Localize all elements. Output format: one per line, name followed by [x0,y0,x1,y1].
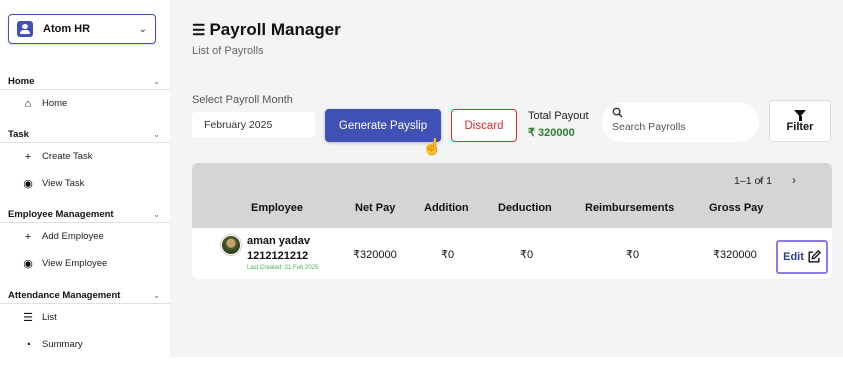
section-title: Attendance Management [8,290,121,301]
table-header: 1–1 of 1 ‹ › Employee Net Pay Addition D… [192,163,832,228]
sidebar-section-employee: Employee Management ⌄ + Add Employee ◉ V… [0,207,170,277]
plus-icon: + [24,150,32,163]
filter-icon [794,109,806,121]
sidebar-section-attendance: Attendance Management ⌄ ☰ List ◔ Summary [0,288,170,358]
column-header-gross-pay: Gross Pay [709,202,764,214]
plus-icon: + [24,230,32,243]
eye-icon: ◉ [23,258,33,270]
filter-button[interactable]: Filter [769,100,831,142]
app-root: Atom HR ⌄ Home ⌄ ⌂ Home Task ⌄ + Create … [0,0,843,382]
filter-label: Filter [786,120,814,133]
list-icon: ☰ [23,312,33,324]
sidebar-item-label: Summary [42,339,83,350]
home-icon: ⌂ [24,97,32,110]
column-header-reimbursements: Reimbursements [585,202,675,214]
section-header-task[interactable]: Task ⌄ [0,127,170,143]
sidebar-item-list[interactable]: ☰ List [0,304,170,331]
total-payout-value: ₹ 320000 [528,127,575,139]
search-box[interactable] [602,102,759,142]
table-row: aman yadav 1212121212 Last Created: 21 F… [192,228,832,279]
column-header-employee: Employee [251,202,303,214]
page-header: ☰ Payroll Manager [192,20,341,40]
last-created-date: Last Created: 21 Feb 2025 [247,265,319,271]
employee-id: 1212121212 [247,250,309,262]
edit-icon [808,250,821,263]
pagination-text: 1–1 of 1 [734,175,772,187]
hand-pointer-cursor-icon: ☝ [422,139,442,156]
sidebar-item-label: Add Employee [42,231,104,242]
chevron-down-icon: ⌄ [153,291,160,300]
section-title: Task [8,129,29,140]
cell-gross-pay: ₹320000 [713,249,757,261]
sidebar-item-label: View Employee [42,258,108,269]
chevron-down-icon: ⌄ [153,77,160,86]
sidebar-item-create-task[interactable]: + Create Task [0,143,170,170]
sidebar-section-task: Task ⌄ + Create Task ◉ View Task [0,127,170,197]
chevron-down-icon: ⌄ [153,210,160,219]
chevron-right-icon[interactable]: › [792,173,796,187]
sidebar-item-label: View Task [42,178,85,189]
column-header-net-pay: Net Pay [355,202,396,214]
user-account-icon [17,21,33,37]
section-header-home[interactable]: Home ⌄ [0,74,170,90]
sidebar-item-view-task[interactable]: ◉ View Task [0,170,170,197]
payroll-month-picker[interactable]: February 2025 [192,112,315,138]
chevron-left-icon[interactable]: ‹ [759,173,763,187]
column-header-addition: Addition [424,202,469,214]
search-input[interactable] [612,121,752,133]
eye-icon: ◉ [23,178,33,190]
sidebar-item-home[interactable]: ⌂ Home [0,90,170,117]
cell-addition: ₹0 [441,249,455,261]
search-icon [612,107,623,118]
chevron-down-icon: ⌄ [138,23,147,35]
employee-name: aman yadav [247,235,310,247]
org-name: Atom HR [43,23,91,35]
main-content: ☰ Payroll Manager List of Payrolls Selec… [170,0,843,357]
sidebar-item-view-employee[interactable]: ◉ View Employee [0,250,170,277]
chevron-down-icon: ⌄ [153,130,160,139]
discard-button[interactable]: Discard [451,109,517,142]
section-title: Home [8,76,35,87]
month-label: Select Payroll Month [192,94,293,106]
section-header-attendance-management[interactable]: Attendance Management ⌄ [0,288,170,304]
sidebar-section-home: Home ⌄ ⌂ Home [0,74,170,117]
edit-label: Edit [783,251,804,263]
cell-reimbursements: ₹0 [626,249,640,261]
avatar [221,235,241,255]
total-payout-label: Total Payout [528,110,589,122]
payroll-table: 1–1 of 1 ‹ › Employee Net Pay Addition D… [192,163,832,279]
cell-deduction: ₹0 [520,249,534,261]
section-header-employee-management[interactable]: Employee Management ⌄ [0,207,170,223]
cell-net-pay: ₹320000 [353,249,397,261]
org-selector[interactable]: Atom HR ⌄ [8,14,156,44]
page-subtitle: List of Payrolls [192,45,264,57]
edit-button[interactable]: Edit [776,240,828,274]
column-header-deduction: Deduction [498,202,552,214]
page-title: Payroll Manager [209,20,341,39]
sidebar-item-label: List [42,312,57,323]
section-title: Employee Management [8,209,114,220]
checklist-icon: ☰ [192,22,206,39]
sidebar-item-add-employee[interactable]: + Add Employee [0,223,170,250]
sidebar-item-summary[interactable]: ◔ Summary [0,331,170,358]
sidebar-item-label: Home [42,98,68,109]
sidebar: Atom HR ⌄ Home ⌄ ⌂ Home Task ⌄ + Create … [0,0,170,382]
pie-chart-icon: ◔ [24,338,32,351]
sidebar-item-label: Create Task [42,151,93,162]
